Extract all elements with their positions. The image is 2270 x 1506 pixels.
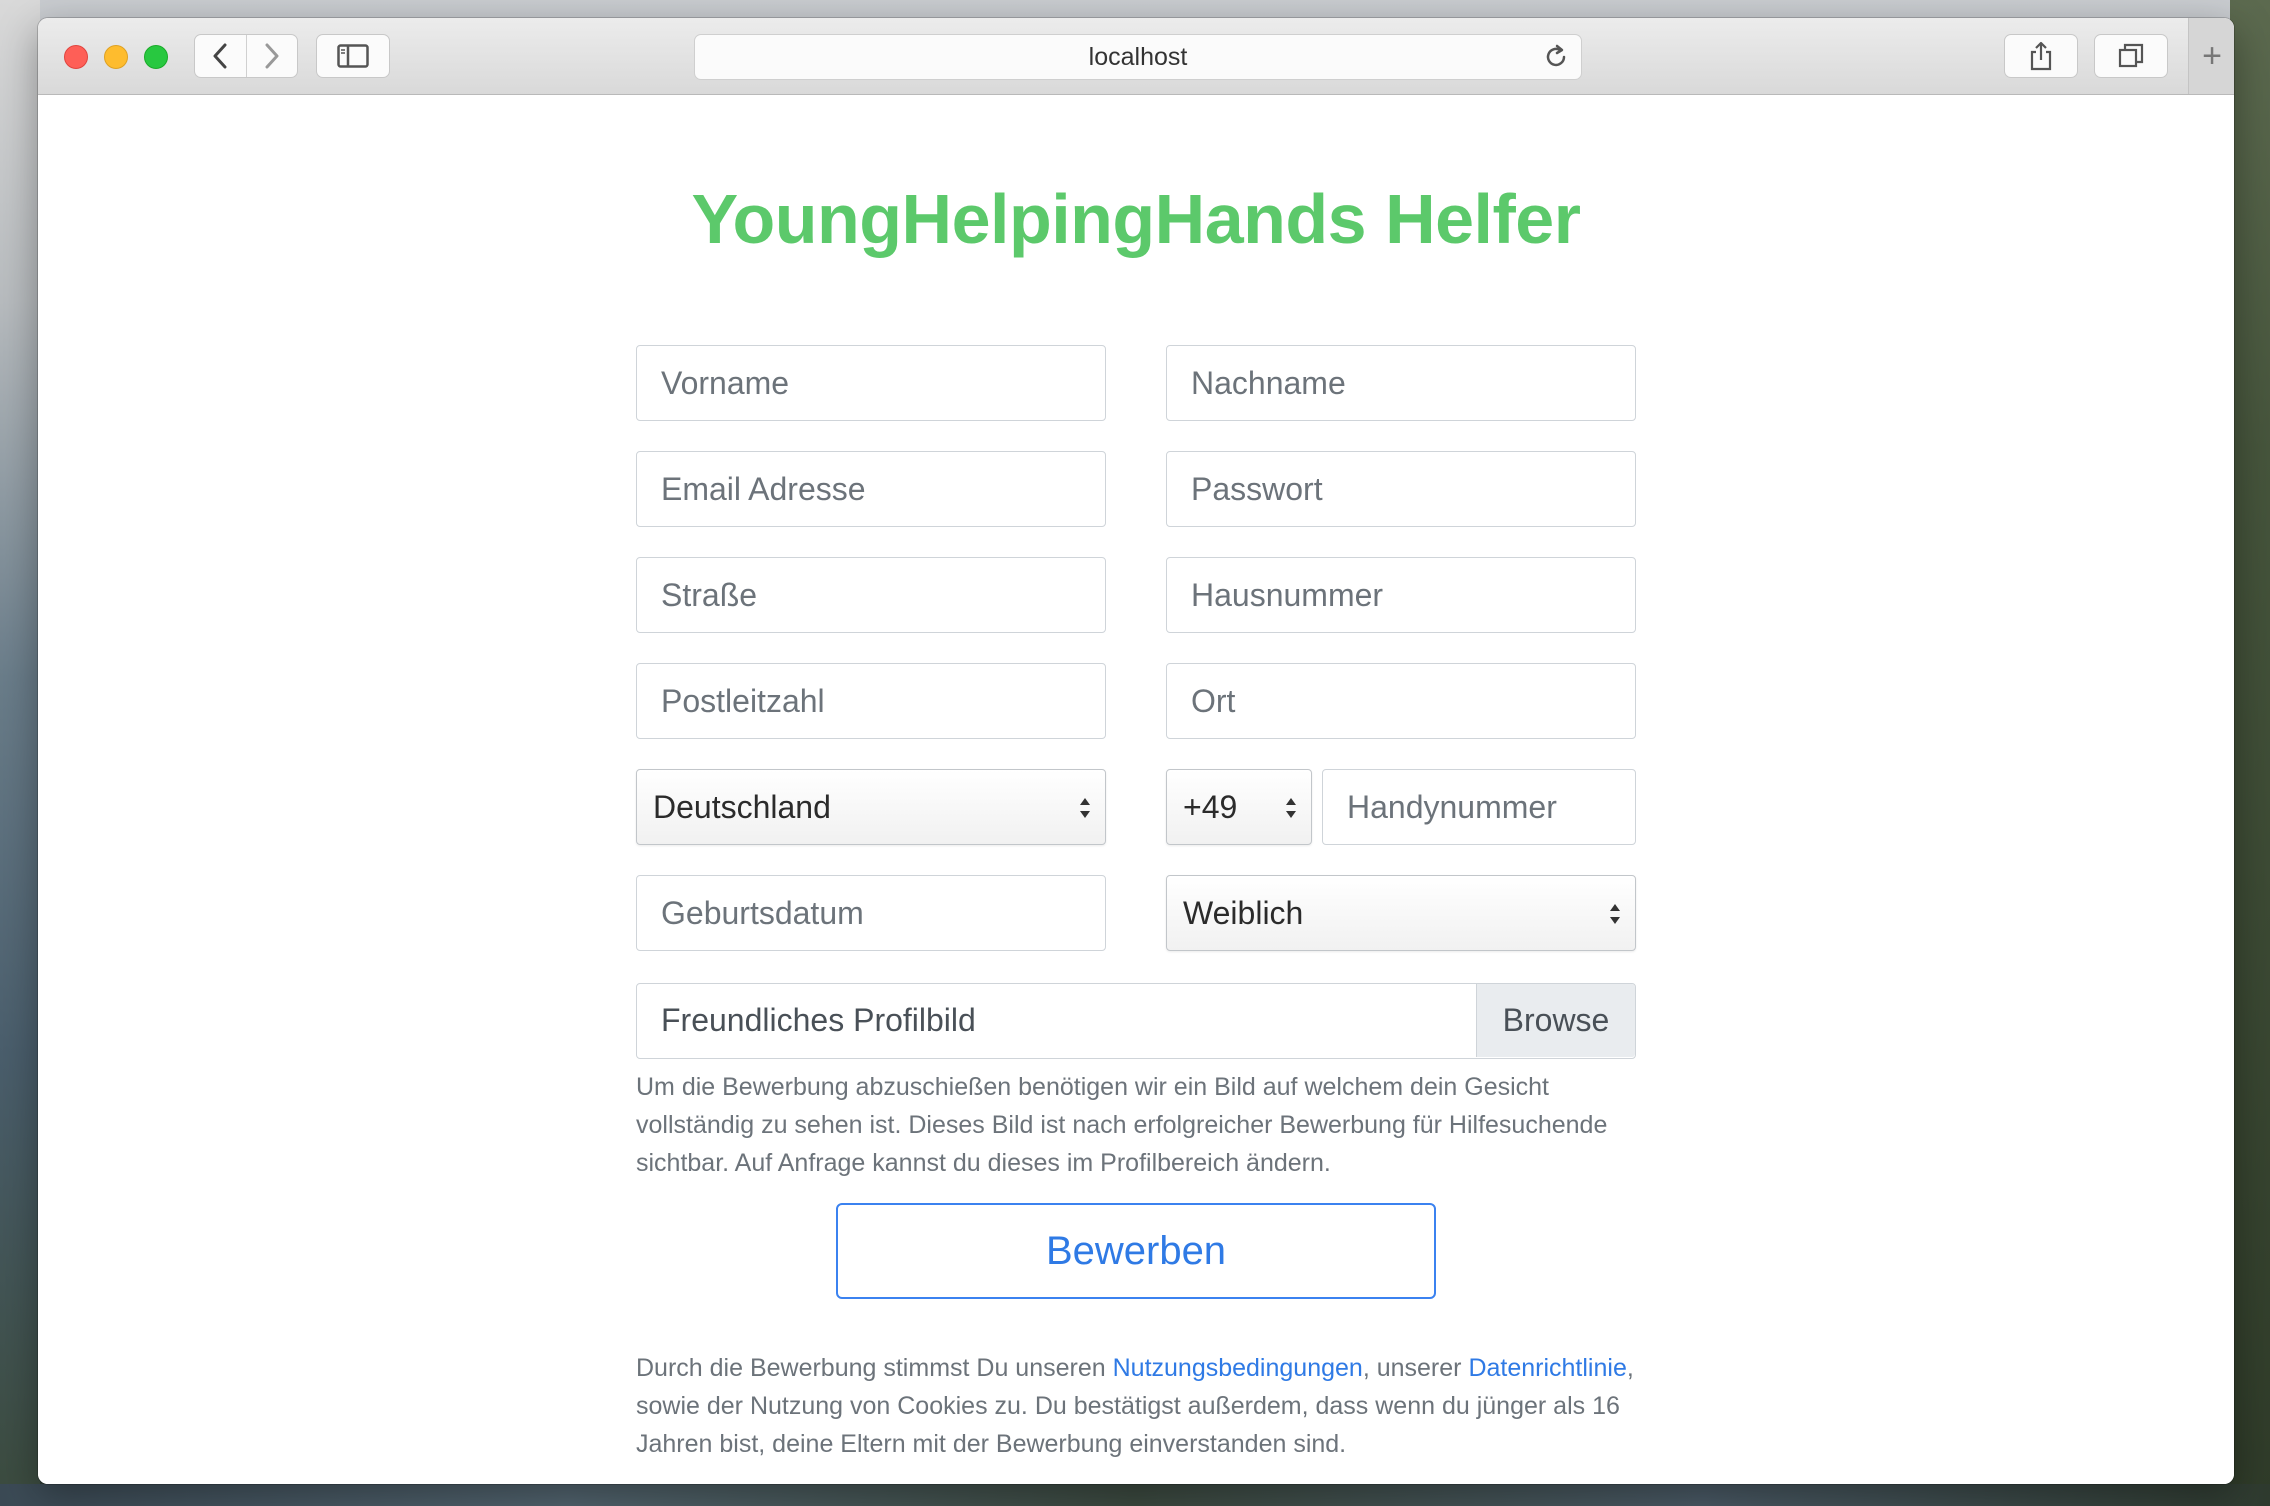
last-name-input[interactable]	[1166, 345, 1636, 421]
back-button[interactable]	[195, 35, 247, 77]
select-arrows-icon	[1610, 904, 1620, 924]
street-input[interactable]	[636, 557, 1106, 633]
browser-window: localhost + YoungHelpingHands Helfer Deu…	[38, 18, 2234, 1484]
postal-code-input[interactable]	[636, 663, 1106, 739]
phone-prefix-value: +49	[1183, 788, 1238, 825]
email-input[interactable]	[636, 451, 1106, 527]
tabs-icon	[2118, 43, 2144, 68]
profile-picture-upload[interactable]: Freundliches Profilbild Browse	[636, 983, 1636, 1059]
profile-picture-label: Freundliches Profilbild	[661, 1002, 976, 1038]
close-window-button[interactable]	[64, 45, 88, 69]
chevron-left-icon	[213, 43, 227, 69]
city-input[interactable]	[1166, 663, 1636, 739]
share-button[interactable]	[2004, 34, 2078, 78]
desktop-background-left	[0, 0, 40, 1506]
show-tabs-button[interactable]	[2094, 34, 2168, 78]
phone-prefix-select[interactable]: +49	[1166, 769, 1312, 845]
page-content: YoungHelpingHands Helfer Deutschland +49…	[38, 95, 2234, 1484]
terms-of-use-link[interactable]: Nutzungsbedingungen	[1113, 1354, 1363, 1382]
maximize-window-button[interactable]	[144, 45, 168, 69]
country-select[interactable]: Deutschland	[636, 769, 1106, 845]
apply-button[interactable]: Bewerben	[836, 1203, 1436, 1299]
select-arrows-icon	[1080, 798, 1090, 818]
sidebar-toggle-button[interactable]	[316, 34, 390, 78]
minimize-window-button[interactable]	[104, 45, 128, 69]
password-input[interactable]	[1166, 451, 1636, 527]
terms-text-part1: Durch die Bewerbung stimmst Du unseren	[636, 1354, 1113, 1382]
browser-toolbar: localhost +	[38, 18, 2234, 95]
navigation-buttons	[194, 34, 298, 78]
house-number-input[interactable]	[1166, 557, 1636, 633]
new-tab-button[interactable]: +	[2188, 18, 2234, 94]
url-text: localhost	[1088, 42, 1188, 71]
terms-notice: Durch die Bewerbung stimmst Du unseren N…	[636, 1349, 1646, 1463]
desktop-background-bottom	[0, 1484, 2270, 1506]
select-arrows-icon	[1286, 798, 1296, 818]
terms-text-part2: , unserer	[1362, 1354, 1469, 1382]
gender-select-value: Weiblich	[1183, 894, 1304, 931]
sidebar-icon	[337, 44, 369, 68]
address-bar[interactable]: localhost	[694, 34, 1582, 80]
first-name-input[interactable]	[636, 345, 1106, 421]
phone-number-input[interactable]	[1322, 769, 1636, 845]
browse-button[interactable]: Browse	[1476, 984, 1635, 1057]
profile-picture-help-text: Um die Bewerbung abzuschießen benötigen …	[636, 1073, 1608, 1177]
desktop-background-right	[2230, 0, 2270, 1506]
chevron-right-icon	[265, 43, 279, 69]
privacy-policy-link[interactable]: Datenrichtlinie	[1468, 1354, 1626, 1382]
country-select-value: Deutschland	[653, 788, 831, 825]
gender-select[interactable]: Weiblich	[1166, 875, 1636, 951]
birthdate-input[interactable]	[636, 875, 1106, 951]
forward-button[interactable]	[247, 35, 298, 77]
reload-icon[interactable]	[1543, 44, 1569, 70]
share-icon	[2030, 41, 2052, 71]
page-title: YoungHelpingHands Helfer	[691, 180, 1581, 258]
